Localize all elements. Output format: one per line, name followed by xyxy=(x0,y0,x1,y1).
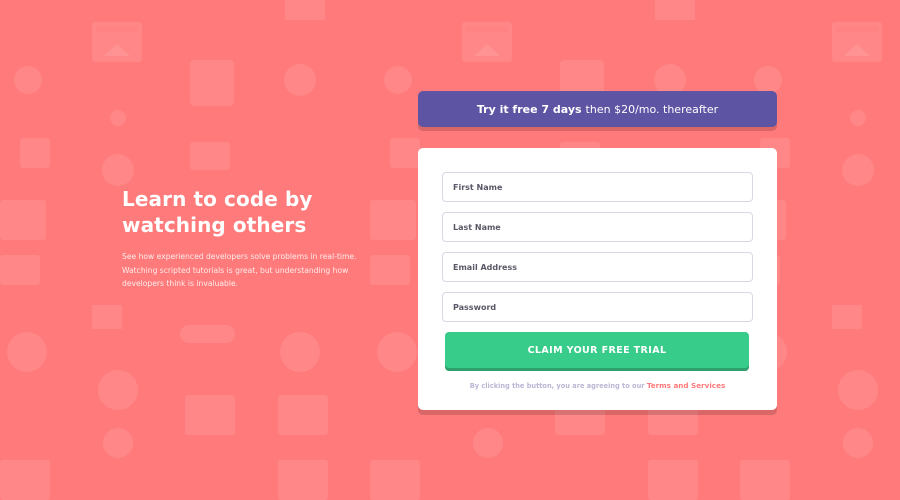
hero-heading: Learn to code by watching others xyxy=(122,186,372,238)
hero-heading-line2: watching others xyxy=(122,213,307,237)
terms-prefix: By clicking the button, you are agreeing… xyxy=(469,382,645,390)
hero-heading-line1: Learn to code by xyxy=(122,187,313,211)
last-name-field[interactable] xyxy=(442,212,753,242)
password-field[interactable] xyxy=(442,292,753,322)
terms-text: By clicking the button, you are agreeing… xyxy=(442,381,753,390)
first-name-field[interactable] xyxy=(442,172,753,202)
promo-banner: Try it free 7 days then $20/mo. thereaft… xyxy=(418,91,777,127)
promo-rest-text: then $20/mo. thereafter xyxy=(585,102,719,116)
signup-form: CLAIM YOUR FREE TRIAL By clicking the bu… xyxy=(418,148,777,410)
claim-trial-button[interactable]: CLAIM YOUR FREE TRIAL xyxy=(445,332,749,368)
hero-section: Learn to code by watching others See how… xyxy=(122,186,372,291)
hero-description: See how experienced developers solve pro… xyxy=(122,252,357,288)
email-field[interactable] xyxy=(442,252,753,282)
promo-bold-text: Try it free 7 days xyxy=(476,102,582,116)
terms-link[interactable]: Terms and Services xyxy=(647,381,725,390)
